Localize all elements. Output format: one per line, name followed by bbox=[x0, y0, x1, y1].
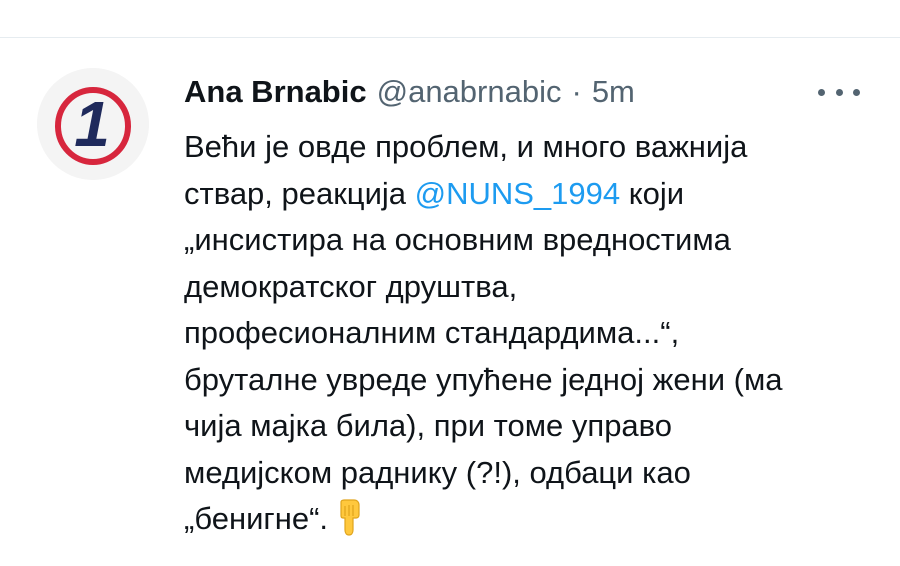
tweet-line: професионалним стандардима...“, bbox=[184, 315, 680, 350]
tweet-timestamp[interactable]: 5m bbox=[592, 72, 635, 112]
tweet-line-segment: који bbox=[620, 175, 685, 211]
tweet-line-segment: ствар, реакција bbox=[184, 175, 415, 211]
tweet-line: „бенигне“. bbox=[184, 496, 874, 543]
tweet-line: демократског друштва, bbox=[184, 268, 518, 304]
tweet-line: бруталне увреде упућене једној жени (ма bbox=[184, 361, 783, 397]
tweet-line-segment: „бенигне“. bbox=[184, 501, 329, 536]
more-dot bbox=[818, 88, 825, 96]
top-divider bbox=[0, 37, 900, 38]
tweet-line: „инсистира на основним вредностима bbox=[184, 222, 731, 257]
avatar-glyph: 1 bbox=[74, 88, 110, 160]
tweet-line: чија мајка била), при томе управо bbox=[184, 408, 673, 443]
tweet-line: Већи је овде проблем, и много важнија bbox=[184, 129, 748, 164]
tweet-line: медијском раднику (?!), одбаци као bbox=[184, 454, 691, 490]
tweet-text: Већи је овде проблем, и много важнија ст… bbox=[184, 124, 874, 543]
avatar[interactable]: 1 bbox=[37, 68, 149, 180]
mention-link[interactable]: @NUNS_1994 bbox=[415, 176, 621, 211]
channel-1-logo-icon: 1 bbox=[37, 68, 149, 180]
user-handle[interactable]: @anabrnabic bbox=[377, 72, 562, 112]
backhand-index-pointing-down-icon bbox=[332, 499, 366, 537]
header-separator: · bbox=[571, 74, 582, 109]
more-dot bbox=[835, 88, 843, 96]
more-dot bbox=[853, 88, 860, 96]
display-name[interactable]: Ana Brnabic bbox=[184, 72, 367, 112]
tweet-line: ствар, реакција @NUNS_1994 који bbox=[184, 171, 874, 218]
more-options-button[interactable] bbox=[818, 80, 860, 104]
tweet-header: Ana Brnabic @anabrnabic · 5m bbox=[184, 72, 635, 112]
